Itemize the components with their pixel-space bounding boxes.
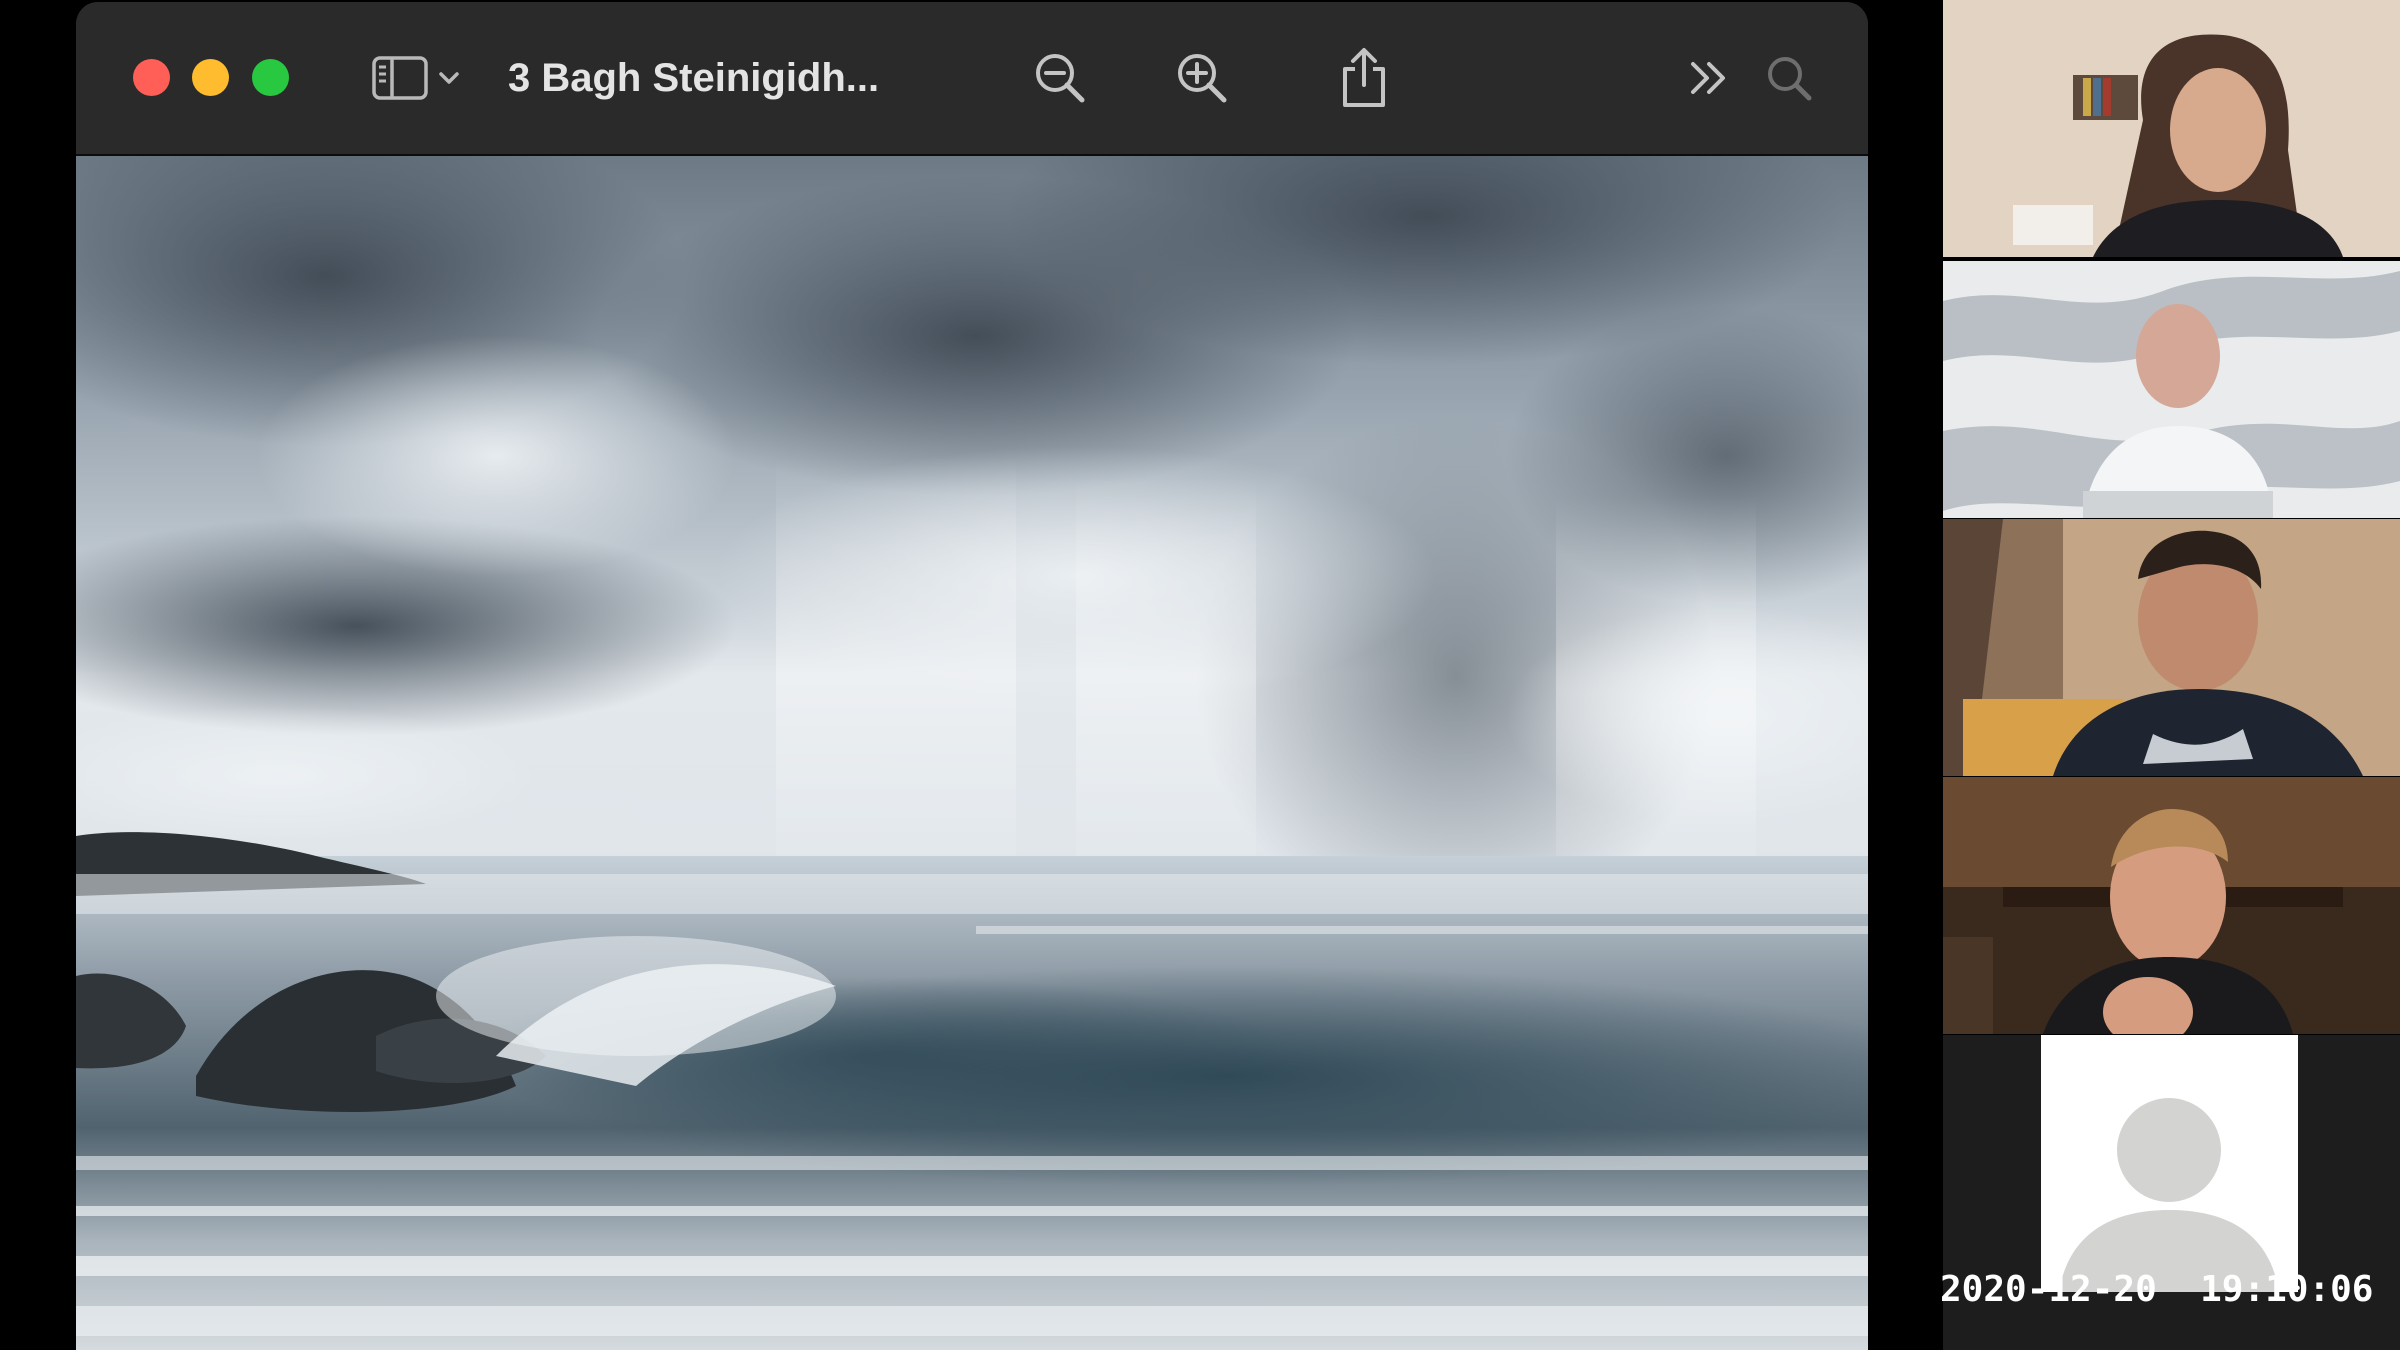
user-avatar-icon <box>2041 1035 2298 1292</box>
participant-video-1[interactable] <box>1943 0 2400 257</box>
share-button[interactable] <box>1324 46 1404 110</box>
share-icon <box>1339 47 1389 109</box>
seascape-photo <box>76 156 1868 1350</box>
document-image <box>76 156 1868 1350</box>
window-titlebar: 3 Bagh Steinigidh... <box>76 2 1868 156</box>
search-icon <box>1764 53 1814 103</box>
double-chevron-right-icon <box>1687 58 1731 98</box>
search-button[interactable] <box>1754 46 1824 110</box>
participant-video-4[interactable] <box>1943 777 2400 1034</box>
document-title: 3 Bagh Steinigidh... <box>508 56 880 100</box>
chevron-down-icon <box>438 71 460 85</box>
screen: 3 Bagh Steinigidh... 2020-12-20 19:10:06 <box>0 0 2400 1350</box>
zoom-in-icon <box>1175 51 1229 105</box>
participant-video-3[interactable] <box>1943 519 2400 776</box>
zoom-out-icon <box>1033 51 1087 105</box>
close-window-button[interactable] <box>133 59 170 96</box>
sidebar-toggle-button[interactable] <box>366 46 466 110</box>
more-toolbar-button[interactable] <box>1674 46 1744 110</box>
preview-window: 3 Bagh Steinigidh... <box>76 2 1868 1350</box>
avatar-card <box>2041 1035 2298 1292</box>
maximize-window-button[interactable] <box>252 59 289 96</box>
recording-timestamp: 2020-12-20 19:10:06 <box>1940 1269 2374 1310</box>
minimize-window-button[interactable] <box>192 59 229 96</box>
sidebar-icon <box>372 55 432 101</box>
zoom-in-button[interactable] <box>1162 46 1242 110</box>
zoom-out-button[interactable] <box>1020 46 1100 110</box>
participant-video-2[interactable] <box>1943 261 2400 518</box>
